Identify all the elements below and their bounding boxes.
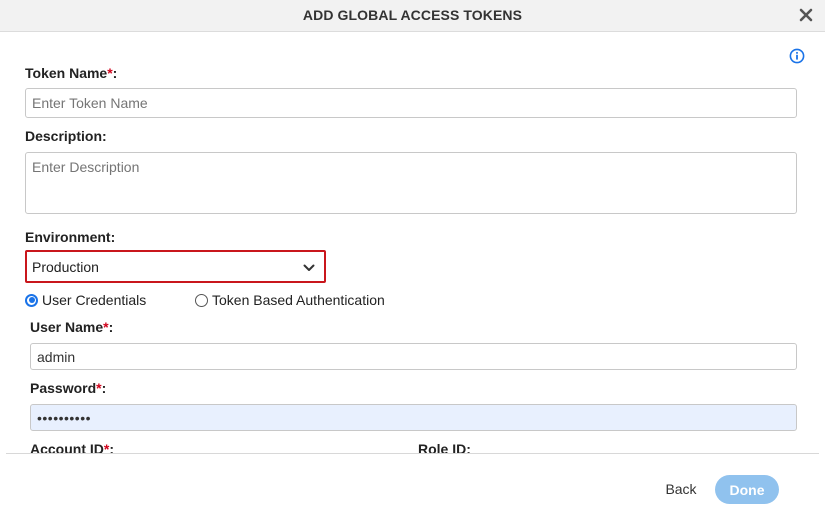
radio-button-unchecked[interactable]	[195, 293, 208, 307]
radio-button-checked[interactable]	[25, 293, 38, 307]
user-name-label: User Name*:	[30, 319, 114, 335]
close-icon[interactable]	[797, 6, 815, 24]
description-label: Description:	[25, 128, 107, 144]
done-button[interactable]: Done	[715, 475, 779, 504]
account-id-label: Account ID*:	[30, 441, 115, 453]
user-name-value: admin	[37, 348, 76, 365]
footer-divider	[6, 453, 819, 454]
add-global-access-tokens-dialog: ADD GLOBAL ACCESS TOKENS Token Name*: En…	[0, 0, 825, 518]
password-value: ••••••••••	[37, 409, 92, 426]
password-label: Password*:	[30, 380, 107, 396]
description-placeholder: Enter Description	[32, 159, 140, 175]
environment-label: Environment:	[25, 229, 116, 245]
radio-token-based-authentication[interactable]: Token Based Authentication	[195, 292, 385, 308]
chevron-down-icon	[303, 261, 315, 273]
token-name-input[interactable]: Enter Token Name	[25, 88, 797, 118]
dialog-title: ADD GLOBAL ACCESS TOKENS	[302, 7, 523, 23]
back-button[interactable]: Back	[656, 477, 706, 501]
clipped-fields-row: Account ID*: Role ID:	[0, 438, 825, 453]
radio-user-credentials[interactable]: User Credentials	[25, 292, 146, 308]
token-name-label: Token Name*:	[25, 65, 118, 81]
radio-user-credentials-label: User Credentials	[42, 292, 147, 308]
radio-token-based-label: Token Based Authentication	[212, 292, 385, 308]
environment-selected-value: Production	[32, 258, 99, 275]
info-icon[interactable]	[789, 48, 805, 64]
dialog-header: ADD GLOBAL ACCESS TOKENS	[0, 0, 825, 32]
role-id-label: Role ID:	[418, 441, 471, 453]
password-input[interactable]: ••••••••••	[30, 404, 797, 431]
token-name-placeholder: Enter Token Name	[32, 95, 148, 111]
description-textarea[interactable]: Enter Description	[25, 152, 797, 214]
user-name-input[interactable]: admin	[30, 343, 797, 370]
environment-select[interactable]: Production	[25, 250, 326, 283]
